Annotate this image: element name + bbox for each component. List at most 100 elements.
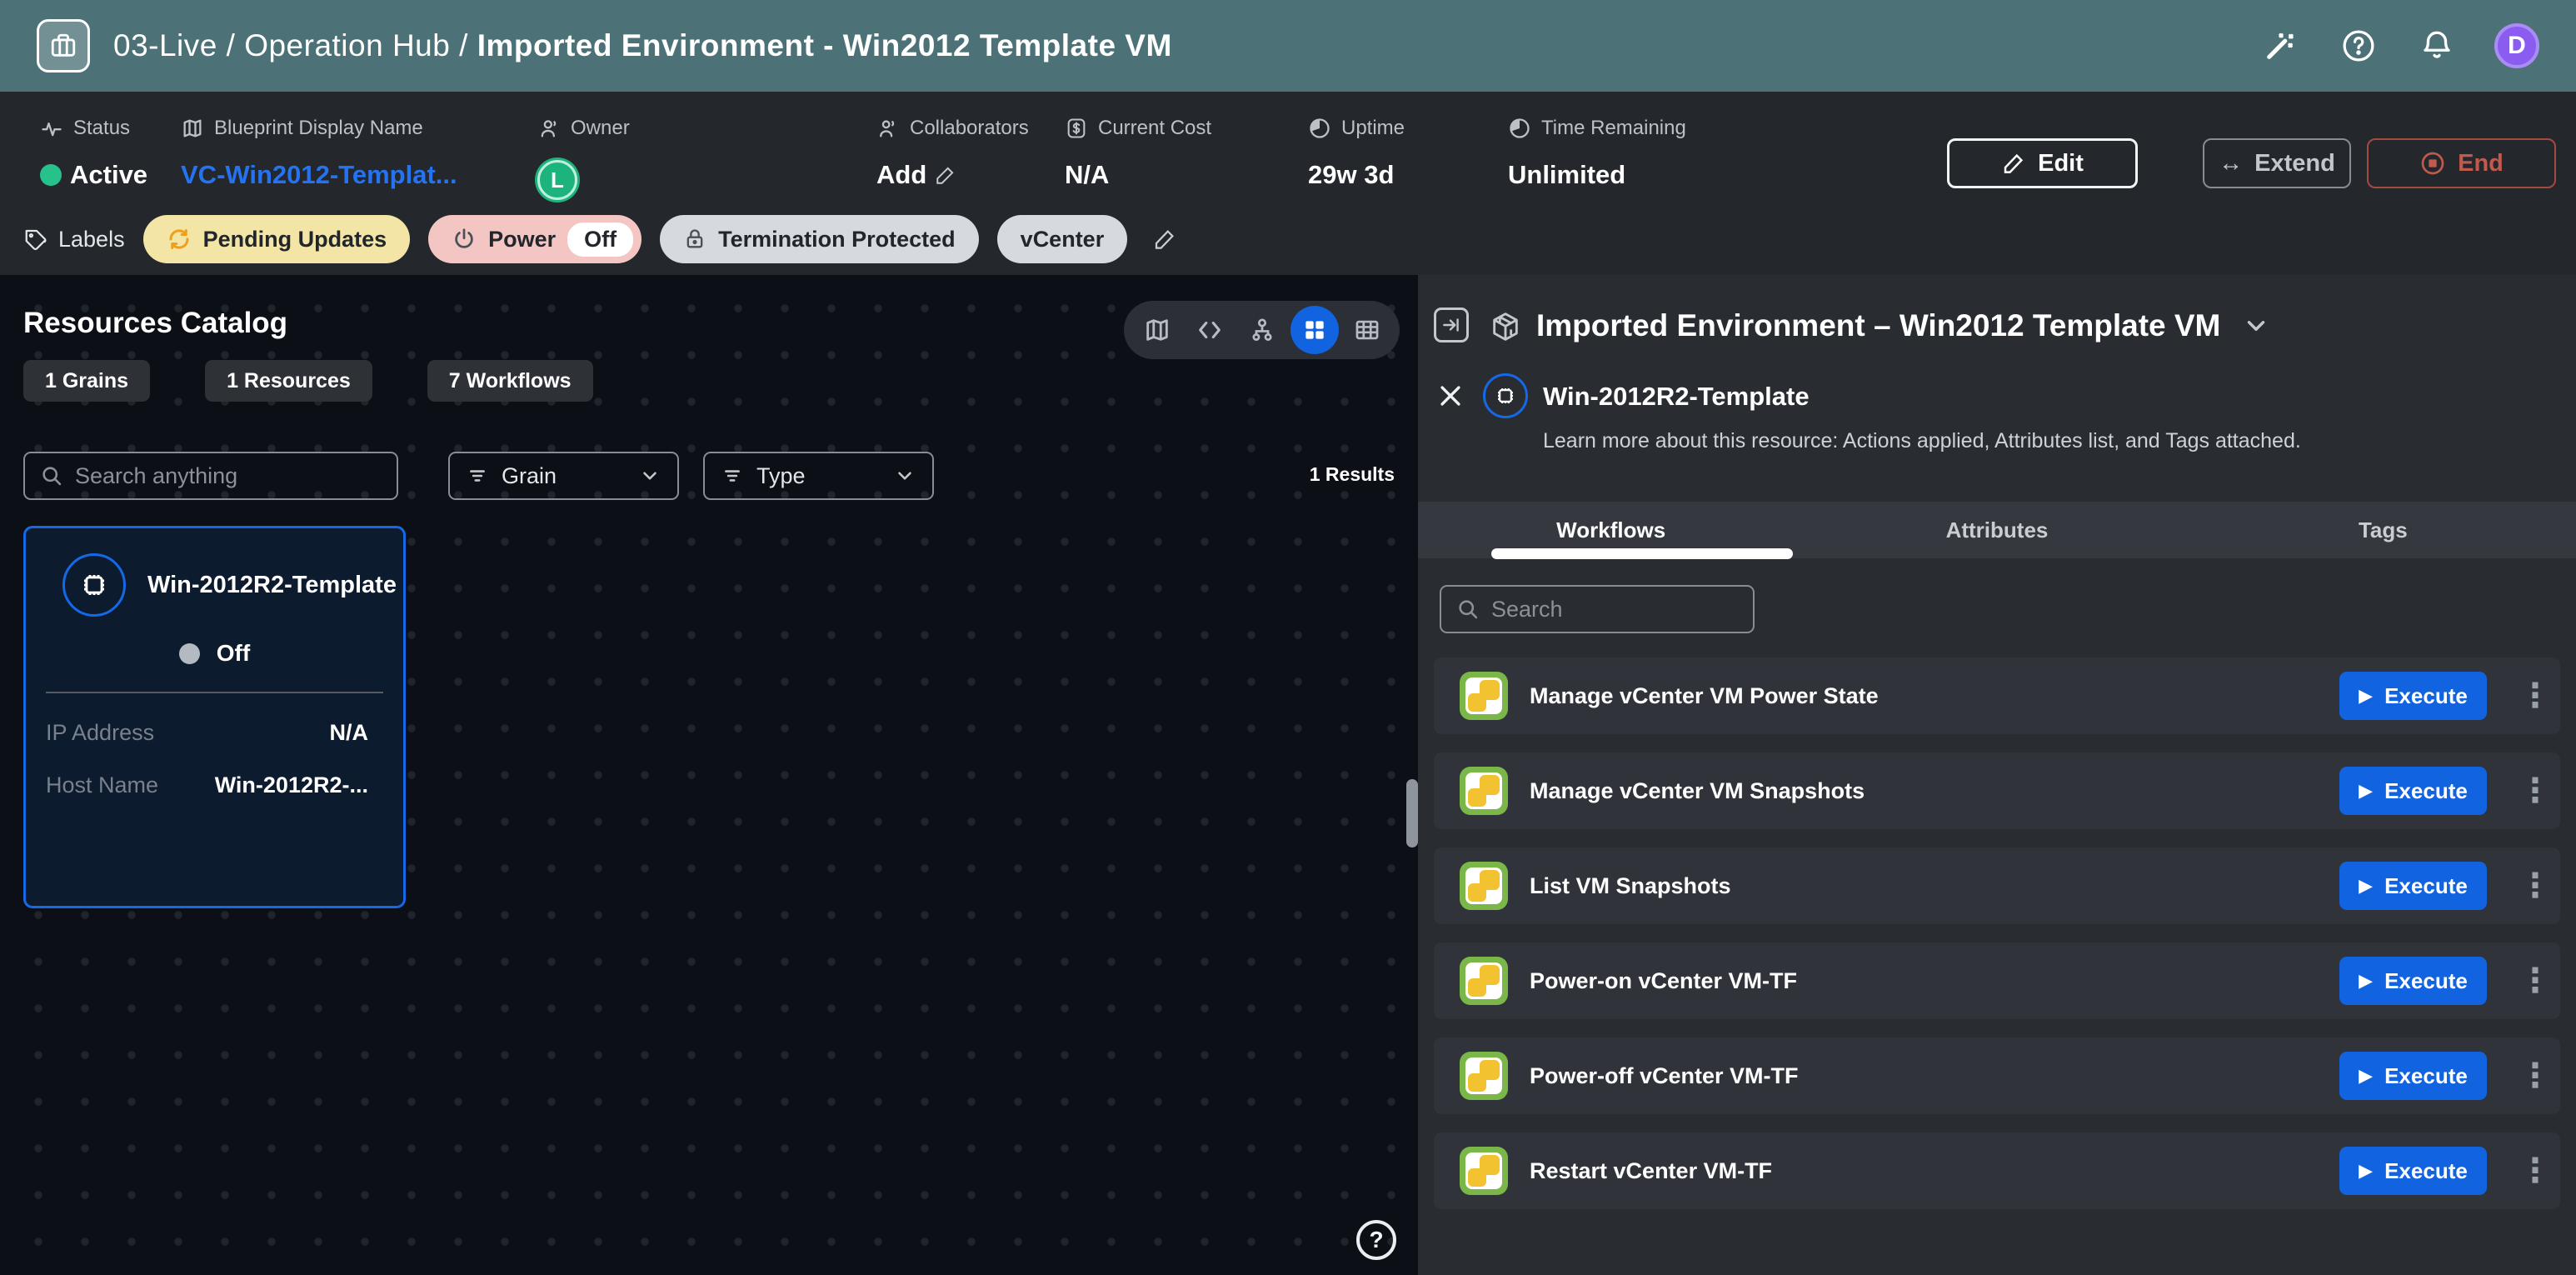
label-pill-pending-updates[interactable]: Pending Updates xyxy=(143,215,411,263)
help-icon[interactable] xyxy=(2338,25,2379,67)
table-view-icon[interactable] xyxy=(1343,306,1391,354)
tab-attributes[interactable]: Attributes xyxy=(1804,502,2189,558)
chevron-down-icon[interactable] xyxy=(2242,312,2270,340)
execute-button[interactable]: ▶Execute xyxy=(2339,767,2487,815)
resource-card[interactable]: Win-2012R2-Template Off IP Address N/A H… xyxy=(23,526,406,908)
owner-label: Owner xyxy=(571,117,630,140)
pulse-icon xyxy=(40,117,63,140)
workflows-count-pill[interactable]: 7 Workflows xyxy=(427,360,593,402)
avatar-initial: D xyxy=(2508,32,2526,60)
close-icon[interactable] xyxy=(1436,382,1465,410)
map-icon xyxy=(181,117,204,140)
pencil-icon xyxy=(935,164,956,186)
edit-button[interactable]: Edit xyxy=(1947,138,2138,188)
field-uptime: Uptime 29w 3d xyxy=(1308,117,1405,190)
grid-view-icon[interactable] xyxy=(1290,306,1339,354)
time-remaining-label: Time Remaining xyxy=(1541,117,1686,140)
current-cost-label: Current Cost xyxy=(1098,117,1211,140)
time-remaining-value: Unlimited xyxy=(1508,160,1625,190)
uptime-label: Uptime xyxy=(1341,117,1405,140)
status-dot xyxy=(40,164,62,186)
edit-labels-pencil-icon[interactable] xyxy=(1152,227,1177,252)
workflow-name: Power-off vCenter VM-TF xyxy=(1530,1063,1799,1089)
label-pill-power[interactable]: Power Off xyxy=(428,215,642,263)
hierarchy-view-icon[interactable] xyxy=(1238,306,1286,354)
resources-canvas: Resources Catalog 1 Grains 1 Resources 7… xyxy=(0,275,1418,1275)
execute-button[interactable]: ▶Execute xyxy=(2339,1147,2487,1195)
resource-name: Win-2012R2-Template xyxy=(1543,382,1810,412)
code-view-icon[interactable] xyxy=(1186,306,1234,354)
chevron-down-icon xyxy=(894,465,916,487)
dollar-icon xyxy=(1065,117,1088,140)
kebab-menu-icon[interactable]: ⋮ xyxy=(2519,876,2537,896)
resources-count-pill[interactable]: 1 Resources xyxy=(205,360,372,402)
breadcrumb-prefix[interactable]: 03-Live / Operation Hub / xyxy=(113,28,477,62)
person-icon xyxy=(537,117,561,140)
catalog-title: Resources Catalog xyxy=(23,307,287,340)
environment-title[interactable]: Imported Environment – Win2012 Template … xyxy=(1536,308,2270,343)
search-icon xyxy=(40,464,63,488)
uptime-value: 29w 3d xyxy=(1308,160,1394,190)
panel-resize-handle[interactable] xyxy=(1406,779,1418,848)
kebab-menu-icon[interactable]: ⋮ xyxy=(2519,781,2537,801)
breadcrumb[interactable]: 03-Live / Operation Hub / Imported Envir… xyxy=(113,28,1172,63)
blueprint-link[interactable]: VC-Win2012-Templat... xyxy=(181,160,457,190)
notifications-bell-icon[interactable] xyxy=(2416,25,2458,67)
kebab-menu-icon[interactable]: ⋮ xyxy=(2519,1161,2537,1181)
status-value: Active xyxy=(70,160,147,190)
vsphere-workflow-icon xyxy=(1460,957,1508,1005)
play-icon: ▶ xyxy=(2359,875,2373,897)
card-divider xyxy=(46,692,383,693)
workflow-name: Power-on vCenter VM-TF xyxy=(1530,968,1797,994)
search-icon xyxy=(1456,598,1480,621)
label-pill-vcenter[interactable]: vCenter xyxy=(997,215,1128,263)
workflow-row: Power-off vCenter VM-TF ▶Execute ⋮ xyxy=(1434,1038,2560,1114)
execute-button[interactable]: ▶Execute xyxy=(2339,957,2487,1005)
end-button[interactable]: End xyxy=(2367,138,2556,188)
vsphere-workflow-icon xyxy=(1460,767,1508,815)
execute-button[interactable]: ▶Execute xyxy=(2339,672,2487,720)
help-fab-button[interactable]: ? xyxy=(1356,1220,1396,1260)
execute-button[interactable]: ▶Execute xyxy=(2339,1052,2487,1100)
kebab-menu-icon[interactable]: ⋮ xyxy=(2519,686,2537,706)
chip-icon xyxy=(1483,373,1528,418)
vsphere-workflow-icon xyxy=(1460,672,1508,720)
workflow-row: Power-on vCenter VM-TF ▶Execute ⋮ xyxy=(1434,942,2560,1019)
grain-filter-dropdown[interactable]: Grain xyxy=(448,452,679,500)
execute-button[interactable]: ▶Execute xyxy=(2339,862,2487,910)
workflows-search-input[interactable] xyxy=(1491,597,1738,622)
filter-icon xyxy=(467,465,488,487)
vsphere-workflow-icon xyxy=(1460,1147,1508,1195)
user-avatar[interactable]: D xyxy=(2494,23,2539,68)
type-filter-dropdown[interactable]: Type xyxy=(703,452,934,500)
kebab-menu-icon[interactable]: ⋮ xyxy=(2519,1066,2537,1086)
magic-wand-icon[interactable] xyxy=(2259,25,2301,67)
resource-subtitle: Learn more about this resource: Actions … xyxy=(1543,429,2301,453)
chip-icon xyxy=(62,553,126,617)
workflow-row: Restart vCenter VM-TF ▶Execute ⋮ xyxy=(1434,1132,2560,1209)
power-state-chip: Off xyxy=(567,222,633,257)
workflow-name: Restart vCenter VM-TF xyxy=(1530,1158,1772,1184)
owner-avatar[interactable]: L xyxy=(537,160,577,200)
extend-button[interactable]: ↔ Extend xyxy=(2203,138,2351,188)
status-label: Status xyxy=(73,117,130,140)
workflow-name: Manage vCenter VM Power State xyxy=(1530,683,1879,709)
label-pill-termination-protected[interactable]: Termination Protected xyxy=(660,215,979,263)
workflows-search[interactable] xyxy=(1440,585,1755,633)
vsphere-workflow-icon xyxy=(1460,862,1508,910)
grains-count-pill[interactable]: 1 Grains xyxy=(23,360,150,402)
collaborators-add[interactable]: Add xyxy=(876,160,1029,190)
catalog-search[interactable] xyxy=(23,452,398,500)
play-icon: ▶ xyxy=(2359,780,2373,802)
power-state-dot xyxy=(179,643,200,664)
kebab-menu-icon[interactable]: ⋮ xyxy=(2519,971,2537,991)
pencil-icon xyxy=(2001,151,2026,176)
play-icon: ▶ xyxy=(2359,970,2373,992)
play-icon: ▶ xyxy=(2359,1065,2373,1087)
workflow-name: List VM Snapshots xyxy=(1530,873,1731,899)
field-status: Status Active xyxy=(40,117,147,190)
tab-tags[interactable]: Tags xyxy=(2190,502,2576,558)
catalog-search-input[interactable] xyxy=(75,463,382,489)
collapse-panel-button[interactable] xyxy=(1434,308,1469,342)
map-view-icon[interactable] xyxy=(1133,306,1181,354)
